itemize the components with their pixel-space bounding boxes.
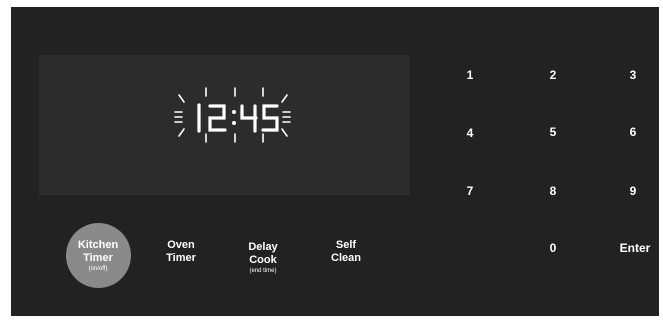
- oven-timer-label-line1: Oven: [167, 239, 195, 251]
- digit-5: [261, 104, 279, 132]
- flash-rays: [174, 87, 291, 143]
- key-6[interactable]: 6: [630, 125, 637, 139]
- kitchen-timer-label-line2: Timer: [83, 252, 113, 264]
- delay-cook-label-line2: Cook: [249, 254, 277, 266]
- key-9[interactable]: 9: [630, 184, 637, 198]
- key-3[interactable]: 3: [630, 68, 637, 82]
- delay-cook-button[interactable]: Delay Cook (end time): [248, 241, 277, 275]
- delay-cook-sublabel: (end time): [249, 268, 277, 274]
- key-8[interactable]: 8: [550, 184, 557, 198]
- time-display: [39, 55, 410, 195]
- display-digits: [174, 87, 291, 143]
- key-1[interactable]: 1: [467, 68, 474, 82]
- key-4[interactable]: 4: [467, 126, 474, 140]
- digit-2: [208, 104, 227, 132]
- key-5[interactable]: 5: [550, 125, 557, 139]
- oven-timer-label-line2: Timer: [166, 252, 196, 264]
- self-clean-label-line1: Self: [335, 239, 357, 251]
- self-clean-button[interactable]: Self Clean: [331, 239, 361, 265]
- digit-4: [240, 104, 258, 133]
- key-7[interactable]: 7: [467, 184, 474, 198]
- kitchen-timer-label-line1: Kitchen: [77, 239, 119, 251]
- delay-cook-label-line1: Delay: [248, 241, 278, 253]
- key-enter[interactable]: Enter: [620, 241, 651, 255]
- oven-timer-button[interactable]: Oven Timer: [166, 239, 196, 265]
- kitchen-timer-sublabel: (on/off): [88, 266, 108, 272]
- key-0[interactable]: 0: [550, 241, 557, 255]
- self-clean-label-line2: Clean: [331, 252, 361, 264]
- kitchen-timer-button[interactable]: Kitchen Timer (on/off): [78, 239, 118, 273]
- key-2[interactable]: 2: [550, 68, 557, 82]
- colon: [232, 110, 236, 125]
